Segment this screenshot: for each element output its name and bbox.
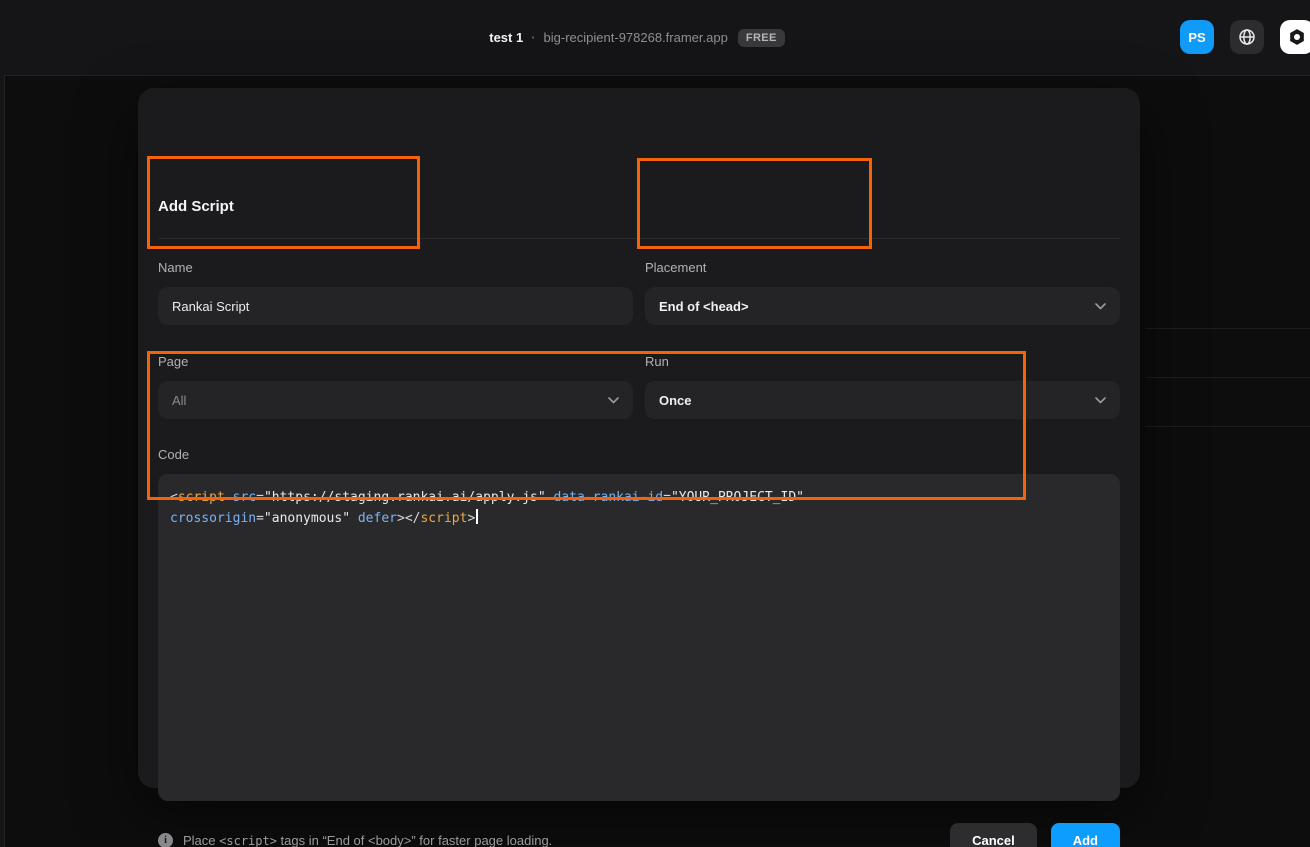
info-note: i Place <script> tags in “End of <body>”…	[158, 833, 950, 847]
page-select[interactable]: All	[158, 381, 633, 419]
placement-field: Placement End of <head>	[645, 260, 1120, 325]
title-separator: ·	[531, 30, 535, 45]
run-value: Once	[659, 393, 1087, 408]
placement-value: End of <head>	[659, 299, 1087, 314]
modal-title: Add Script	[158, 198, 234, 215]
info-text: Place <script> tags in “End of <body>” f…	[183, 833, 552, 847]
page-field: Page All	[158, 354, 633, 419]
code-label: Code	[158, 447, 189, 462]
nut-icon	[1287, 27, 1307, 47]
run-select[interactable]: Once	[645, 381, 1120, 419]
topbar: test 1 · big-recipient-978268.framer.app…	[0, 0, 1310, 75]
page-label: Page	[158, 354, 633, 369]
placement-label: Placement	[645, 260, 1120, 275]
name-input[interactable]: Rankai Script	[158, 287, 633, 325]
background-row-divider	[1145, 328, 1310, 329]
chevron-down-icon	[608, 397, 619, 404]
code-editor[interactable]: <script src="https://staging.rankai.ai/a…	[158, 474, 1120, 801]
avatar[interactable]: PS	[1180, 20, 1214, 54]
name-value: Rankai Script	[172, 299, 619, 314]
header-divider	[158, 238, 1120, 239]
background-row-divider	[1145, 426, 1310, 427]
background-row-divider	[1145, 377, 1310, 378]
code-line: crossorigin="anonymous" defer></script>	[170, 508, 1108, 529]
text-cursor	[476, 509, 478, 524]
project-breadcrumb: test 1 · big-recipient-978268.framer.app…	[489, 29, 785, 47]
placement-select[interactable]: End of <head>	[645, 287, 1120, 325]
project-domain: big-recipient-978268.framer.app	[544, 30, 728, 45]
run-field: Run Once	[645, 354, 1120, 419]
name-field: Name Rankai Script	[158, 260, 633, 325]
add-button[interactable]: Add	[1051, 823, 1120, 847]
chevron-down-icon	[1095, 303, 1106, 310]
modal-footer: i Place <script> tags in “End of <body>”…	[158, 823, 1120, 847]
globe-icon	[1238, 28, 1256, 46]
page-value: All	[172, 393, 600, 408]
run-label: Run	[645, 354, 1120, 369]
add-script-modal: Add Script Name Rankai Script Placement …	[138, 88, 1140, 788]
plan-badge: FREE	[738, 29, 785, 47]
cancel-button[interactable]: Cancel	[950, 823, 1037, 847]
code-line: <script src="https://staging.rankai.ai/a…	[170, 487, 1108, 508]
plugin-button[interactable]	[1280, 20, 1310, 54]
chevron-down-icon	[1095, 397, 1106, 404]
project-title: test 1	[489, 30, 523, 45]
topbar-actions: PS	[1180, 20, 1310, 54]
info-icon: i	[158, 833, 173, 847]
name-label: Name	[158, 260, 633, 275]
publish-globe-button[interactable]	[1230, 20, 1264, 54]
